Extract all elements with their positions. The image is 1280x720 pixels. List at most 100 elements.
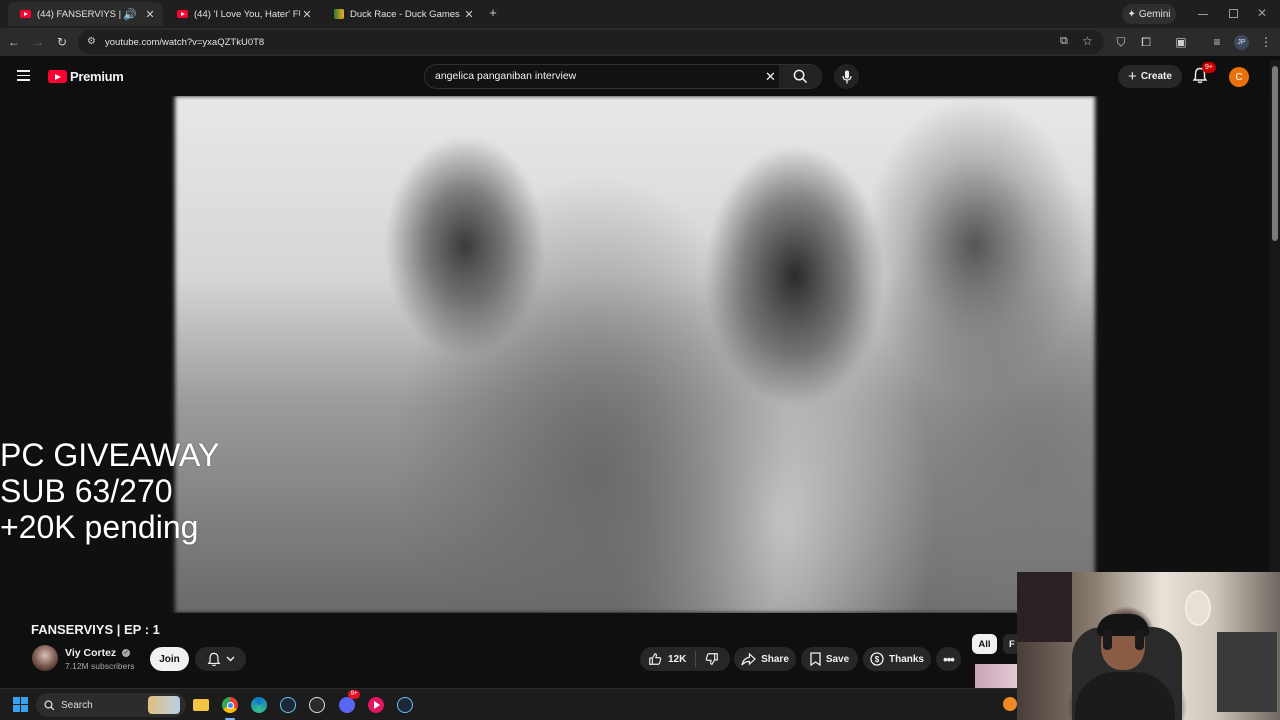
obs-icon[interactable] [306,694,328,716]
channel-name-text: Viy Cortez [65,647,117,659]
svg-text:$: $ [875,655,880,664]
back-arrow-icon[interactable]: ← [6,34,22,50]
tab-fanserviys[interactable]: (44) FANSERVIYS | EP : 1 - Y 🔊 ✕ [8,2,163,26]
subscribed-notifications-button[interactable] [195,647,246,671]
gemini-button[interactable]: ✦ Gemini [1122,4,1176,24]
share-button[interactable]: Share [734,647,796,671]
steam-secondary-icon[interactable] [394,694,416,716]
channel-name[interactable]: Viy Cortez ✓ [65,647,131,659]
verified-check-icon: ✓ [122,649,131,658]
scrollbar-thumb[interactable] [1272,66,1278,241]
youtube-favicon-icon [177,10,188,18]
windows-taskbar: Search 9+ [0,688,1017,720]
search-input[interactable] [435,70,755,82]
save-button[interactable]: Save [801,647,858,671]
more-horizontal-icon: ••• [943,651,955,667]
duck-favicon-icon [334,9,344,19]
close-tab-icon[interactable]: ✕ [462,8,476,21]
tab-search-icon[interactable]: ▣ [1173,34,1189,50]
reload-icon[interactable]: ↻ [54,34,70,50]
site-info-icon[interactable]: ⚙ [87,36,96,47]
windows-start-icon[interactable] [13,697,29,713]
gemini-sparkle-icon: ✦ [1127,8,1136,20]
minimize-icon[interactable] [1198,14,1208,15]
maximize-icon[interactable] [1229,9,1238,18]
headphone-right [1135,630,1144,650]
close-window-icon[interactable]: ✕ [1257,6,1267,20]
like-button[interactable]: 12K [648,652,686,666]
chevron-down-icon [226,656,234,662]
extensions-puzzle-icon[interactable]: ⧠ [1138,34,1154,50]
chrome-icon[interactable] [219,694,241,720]
bookmark-star-icon[interactable]: ☆ [1082,34,1093,48]
search-highlight-icon [148,696,180,714]
youtube-header: Premium ✕ + Create 9+ C [0,56,1280,96]
speaker-icon[interactable]: 🔊 [123,8,137,21]
save-label: Save [825,653,850,665]
voice-search-button[interactable] [834,64,859,89]
filter-chip-second[interactable]: F [1003,634,1017,654]
filter-chip-all[interactable]: All [972,634,997,654]
like-divider [695,651,697,667]
youtube-play-logo-icon [48,70,67,83]
media-player-icon[interactable] [365,694,387,716]
shield-extension-icon[interactable]: ⛉ [1113,34,1129,50]
notifications-button[interactable]: 9+ [1192,62,1216,84]
share-label: Share [761,653,789,665]
video-title: FANSERVIYS | EP : 1 [31,622,160,637]
share-arrow-icon [741,652,756,666]
tab-i-love-you-hater[interactable]: (44) 'I Love You, Hater' FULL M ✕ [165,2,320,26]
join-button[interactable]: Join [150,647,189,671]
address-bar[interactable]: ⚙ youtube.com/watch?v=yxaQZTkU0T8 ⧉ ☆ [78,30,1104,54]
thanks-button[interactable]: $ Thanks [863,647,931,671]
tab-duck-race[interactable]: Duck Race - Duck Games ✕ [322,2,482,26]
search-button[interactable] [779,65,821,88]
like-dislike-group: 12K [640,647,730,671]
webcam-overlay [1017,572,1280,720]
clear-search-icon[interactable]: ✕ [765,69,776,85]
search-box: ✕ [424,64,822,89]
steam-icon[interactable] [277,694,299,716]
profile-avatar[interactable]: JP [1234,35,1249,50]
dislike-button[interactable] [705,652,719,666]
search-icon [793,69,807,84]
media-control-icon[interactable]: ≡ [1209,34,1225,50]
taskbar-search-label: Search [61,699,93,711]
forward-arrow-icon[interactable]: → [30,34,46,50]
new-tab-button[interactable]: + [486,6,500,20]
url-text: youtube.com/watch?v=yxaQZTkU0T8 [105,36,265,48]
close-tab-icon[interactable]: ✕ [300,8,314,21]
browser-tab-strip: (44) FANSERVIYS | EP : 1 - Y 🔊 ✕ (44) 'I… [0,0,1280,28]
super-thanks-icon: $ [870,652,884,666]
dark-wall-panel [1017,572,1072,642]
giveaway-overlay-line-3: +20K pending [0,509,199,545]
taskbar-search[interactable]: Search [36,693,186,717]
file-explorer-icon[interactable] [190,694,212,716]
giveaway-overlay-line-1: PC GIVEAWAY [0,437,220,473]
thumbs-down-icon [706,653,719,665]
more-actions-button[interactable]: ••• [936,647,961,671]
wall-fan [1185,590,1211,626]
tab-title: (44) 'I Love You, Hater' FULL M [194,8,300,20]
close-tab-icon[interactable]: ✕ [143,8,157,21]
orange-tray-icon[interactable] [1003,697,1017,711]
giveaway-overlay-line-2: SUB 63/270 [0,473,173,509]
discord-badge: 9+ [348,690,360,699]
edge-icon[interactable] [248,694,270,716]
create-button[interactable]: + Create [1118,65,1182,88]
recommended-thumbnail[interactable] [975,664,1017,688]
logo-label: Premium [70,69,124,84]
browser-menu-icon[interactable]: ⋮ [1258,34,1274,50]
video-frame[interactable] [175,96,1095,613]
youtube-premium-logo[interactable]: Premium [48,69,124,84]
bell-icon [207,652,220,666]
create-label: Create [1140,71,1172,82]
channel-avatar[interactable] [32,645,58,671]
account-avatar[interactable]: C [1229,67,1249,87]
notification-badge: 9+ [1202,62,1216,73]
tab-title: Duck Race - Duck Games [350,8,460,20]
discord-icon[interactable]: 9+ [336,690,360,716]
hamburger-menu-icon[interactable] [17,70,30,81]
install-app-icon[interactable]: ⧉ [1060,35,1068,48]
like-count: 12K [668,653,687,665]
